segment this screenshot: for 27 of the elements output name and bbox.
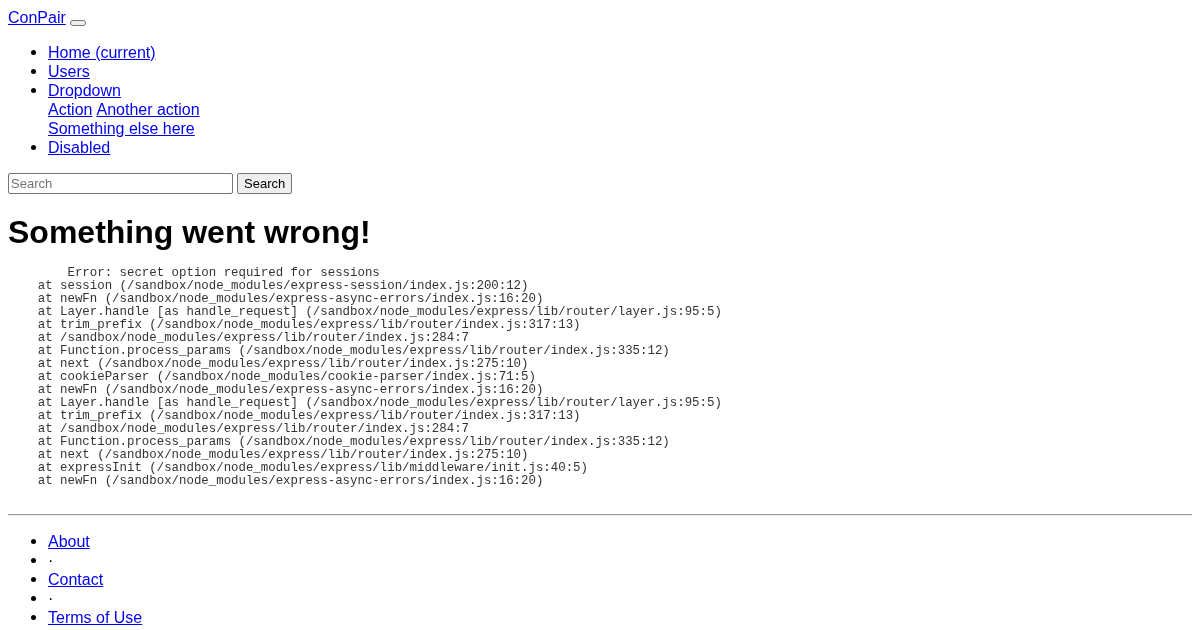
- nav-link[interactable]: Home (current): [48, 44, 156, 61]
- bullet-icon: [31, 145, 36, 150]
- dropdown-item[interactable]: Something else here: [48, 119, 195, 138]
- error-title: Something went wrong!: [8, 214, 372, 251]
- bullet-icon: [31, 615, 36, 620]
- bullet-icon: [31, 558, 36, 563]
- bullet-icon: [31, 88, 36, 93]
- dropdown-item[interactable]: Action: [48, 100, 93, 119]
- footer-link[interactable]: About: [48, 533, 90, 550]
- nav-link[interactable]: Disabled: [48, 139, 111, 156]
- bullet-icon: [31, 577, 36, 582]
- error-stack-trace: Error: secret option required for sessions at session (/sandbox/node_modules/express-session/index.js:200:12) at newFn (/sandbox/node_modules/express-async-errors/index.js:16:20) at Layer.handle [as handle_request] (/sandbox/node_modules/express/lib/router/layer.js:95:5) at trim_prefix (/sandbox/node_modules/express/lib/router/index.js:317:13) at /sandbox/node_modules/express/lib/router/index.js:284:7 at Function.process_params (/sandbox/node_modules/express/lib/router/index.js:335:12) at next (/sandbox/node_modules/express/lib/router/index.js:275:10) at cookieParser (/sandbox/node_modules/cookie-parser/index.js:71:5) at newFn (/sandbox/node_modules/express-async-errors/index.js:16:20) at Layer.handle [as handle_request] (/sandbox/node_modules/express/lib/router/layer.js:95:5) at trim_prefix (/sandbox/node_modules/express/lib/router/index.js:317:13) at /sandbox/node_modules/express/lib/router/index.js:284:7 at Function.process_params (/sandbox/node_modules/express/lib/router/index.js:335:12) at next (/sandbox/node_modules/express/lib/router/index.js:275:10) at expressInit (/sandbox/node_modules/express/lib/middleware/init.js:40:5) at newFn (/sandbox/node_modules/express-async-errors/index.js:16:20): [36, 267, 723, 488]
- dropdown-item[interactable]: Another action: [96, 100, 200, 119]
- bullet-icon: [31, 69, 36, 74]
- footer-link[interactable]: Contact: [48, 571, 104, 588]
- separator-dot: ·: [48, 552, 54, 569]
- bullet-icon: [31, 596, 36, 601]
- bullet-icon: [31, 50, 36, 55]
- search-button[interactable]: Search: [237, 173, 293, 194]
- search-field[interactable]: Search: [8, 173, 233, 194]
- nav-link[interactable]: Dropdown: [48, 82, 121, 99]
- nav-link[interactable]: Users: [48, 63, 90, 80]
- brand-link[interactable]: ConPair: [8, 8, 66, 27]
- footer-link[interactable]: Terms of Use: [48, 609, 143, 626]
- menu-toggle-button[interactable]: [69, 20, 86, 26]
- bullet-icon: [31, 539, 36, 544]
- separator-dot: ·: [48, 590, 54, 607]
